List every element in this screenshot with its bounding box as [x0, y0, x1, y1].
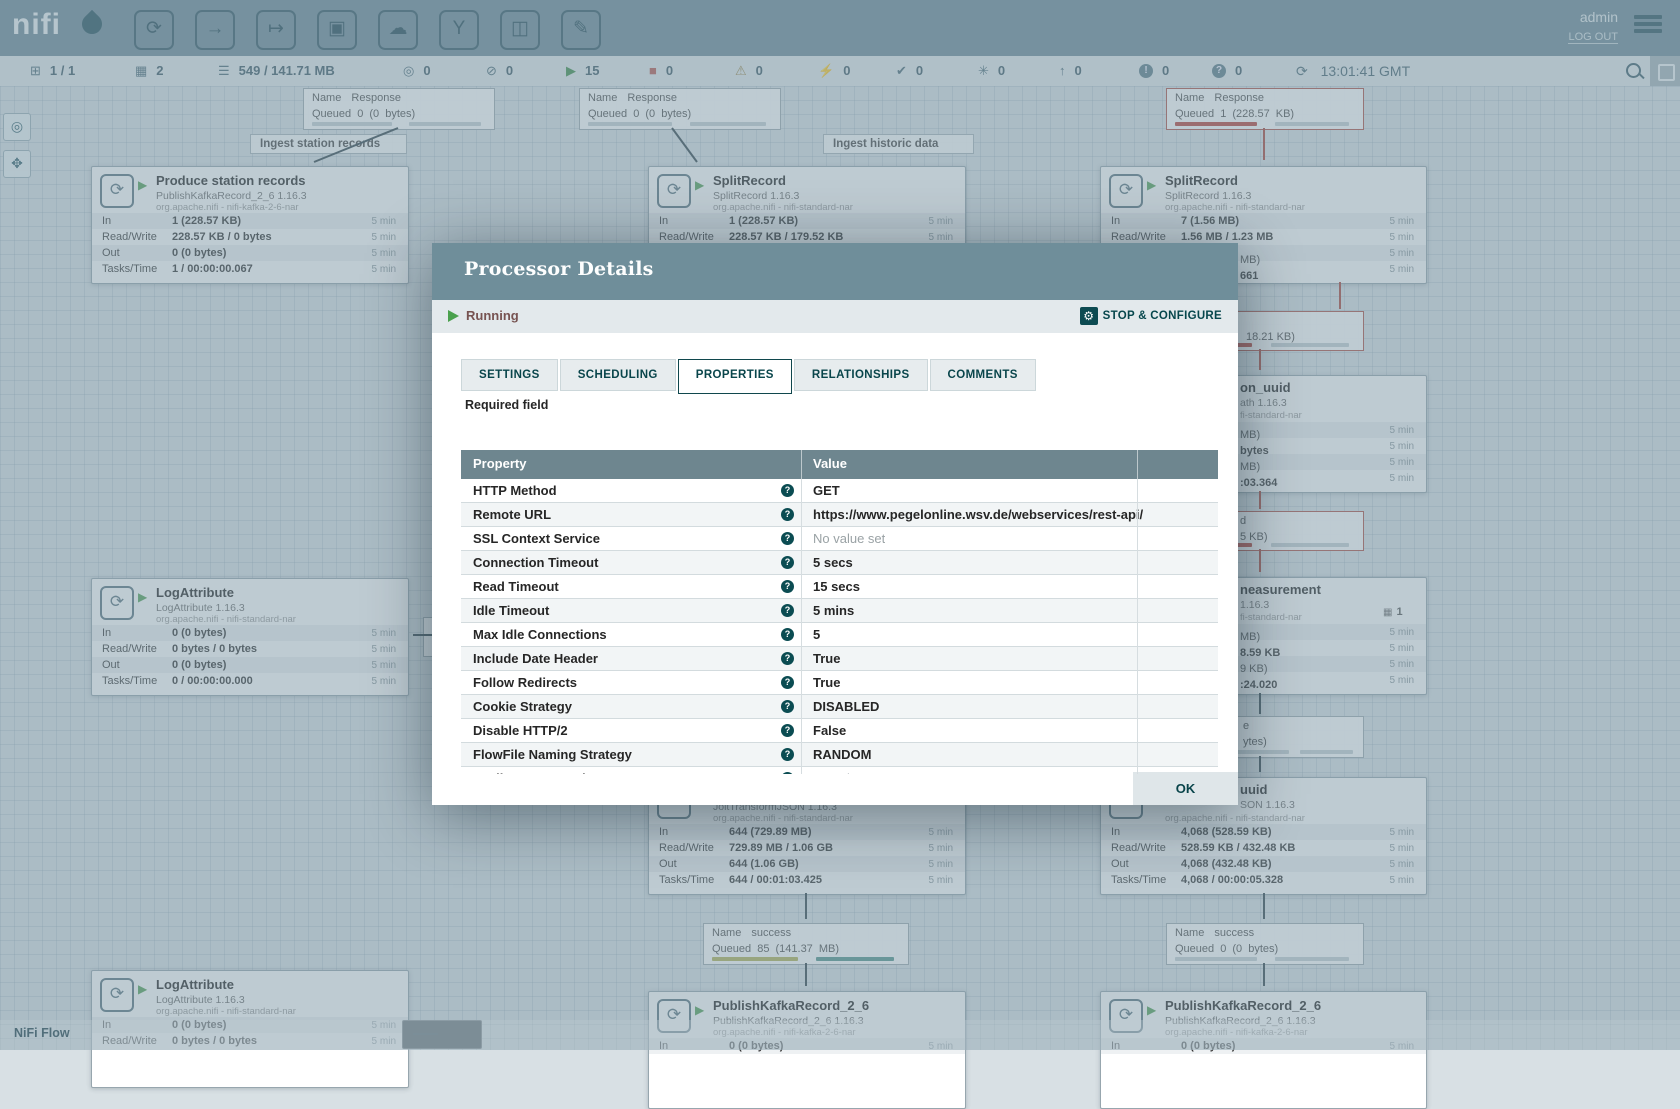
tab-comments[interactable]: COMMENTS — [930, 359, 1036, 391]
property-value[interactable]: RANDOM — [813, 747, 872, 762]
property-name: Connection Timeout — [473, 555, 598, 570]
dialog-header: Processor Details — [432, 243, 1238, 300]
property-name: Cookie Strategy — [473, 699, 572, 714]
property-value[interactable]: 5 mins — [813, 603, 854, 618]
property-row[interactable]: FlowFile Naming Strategy? RANDOM — [461, 743, 1218, 767]
property-row[interactable]: Read Timeout? 15 secs — [461, 575, 1218, 599]
tab-relationships[interactable]: RELATIONSHIPS — [794, 359, 928, 391]
property-name: SSL Context Service — [473, 531, 600, 546]
property-name: HTTP Method — [473, 483, 557, 498]
tab-scheduling[interactable]: SCHEDULING — [560, 359, 676, 391]
property-row[interactable]: Disable HTTP/2? False — [461, 719, 1218, 743]
property-row[interactable]: Connection Timeout? 5 secs — [461, 551, 1218, 575]
property-name: Disable HTTP/2 — [473, 723, 568, 738]
help-icon[interactable]: ? — [781, 700, 794, 713]
processor-details-dialog: Processor Details Running ⚙ STOP & CONFIG… — [432, 243, 1238, 805]
property-row[interactable]: Max Idle Connections? 5 — [461, 623, 1218, 647]
stop-and-configure-label: STOP & CONFIGURE — [1103, 310, 1222, 322]
property-value[interactable]: True — [813, 675, 840, 690]
help-icon[interactable]: ? — [781, 628, 794, 641]
property-row[interactable]: SSL Context Service? No value set — [461, 527, 1218, 551]
properties-table-header: Property Value — [461, 450, 1218, 479]
running-state-label: Running — [466, 308, 519, 323]
property-row[interactable]: Remote URL? https://www.pegelonline.wsv.d… — [461, 503, 1218, 527]
help-icon[interactable]: ? — [781, 508, 794, 521]
running-state-icon — [448, 310, 459, 322]
property-name: Read Timeout — [473, 579, 559, 594]
tab-settings[interactable]: SETTINGS — [461, 359, 558, 391]
property-name: Max Idle Connections — [473, 627, 607, 642]
property-value[interactable]: 5 — [813, 627, 820, 642]
property-value[interactable]: True — [813, 651, 840, 666]
property-value[interactable]: GET — [813, 483, 840, 498]
ok-button[interactable]: OK — [1133, 772, 1238, 805]
property-row[interactable]: Include Date Header? True — [461, 647, 1218, 671]
property-value[interactable]: 5 secs — [813, 555, 853, 570]
property-value[interactable]: No value set — [813, 771, 885, 774]
property-row[interactable]: Attributes to Send? No value set — [461, 767, 1218, 774]
help-icon[interactable]: ? — [781, 580, 794, 593]
property-name: Remote URL — [473, 507, 551, 522]
property-value[interactable]: https://www.pegelonline.wsv.de/webservic… — [813, 507, 1143, 522]
property-row[interactable]: Cookie Strategy? DISABLED — [461, 695, 1218, 719]
help-icon[interactable]: ? — [781, 484, 794, 497]
stop-and-configure-button[interactable]: ⚙ STOP & CONFIGURE — [1080, 307, 1222, 327]
dialog-title: Processor Details — [464, 258, 654, 280]
help-icon[interactable]: ? — [781, 604, 794, 617]
help-icon[interactable]: ? — [781, 556, 794, 569]
help-icon[interactable]: ? — [781, 772, 794, 774]
property-row[interactable]: HTTP Method? GET — [461, 479, 1218, 503]
property-row[interactable]: Follow Redirects? True — [461, 671, 1218, 695]
property-value[interactable]: No value set — [813, 531, 885, 546]
column-value: Value — [813, 456, 847, 471]
tab-properties[interactable]: PROPERTIES — [678, 359, 792, 394]
property-name: Include Date Header — [473, 651, 598, 666]
help-icon[interactable]: ? — [781, 532, 794, 545]
help-icon[interactable]: ? — [781, 676, 794, 689]
help-icon[interactable]: ? — [781, 748, 794, 761]
property-name: Idle Timeout — [473, 603, 549, 618]
dialog-tabs: SETTINGSSCHEDULINGPROPERTIESRELATIONSHIP… — [461, 359, 1038, 394]
column-property: Property — [473, 456, 526, 471]
help-icon[interactable]: ? — [781, 652, 794, 665]
property-value[interactable]: False — [813, 723, 846, 738]
property-name: Attributes to Send — [473, 771, 586, 774]
help-icon[interactable]: ? — [781, 724, 794, 737]
required-field-note: Required field — [465, 398, 548, 412]
property-value[interactable]: 15 secs — [813, 579, 860, 594]
properties-table-body: HTTP Method? GET Remote URL? https://www.pe… — [461, 479, 1218, 774]
property-value[interactable]: DISABLED — [813, 699, 879, 714]
gear-icon: ⚙ — [1080, 307, 1098, 325]
property-name: FlowFile Naming Strategy — [473, 747, 632, 762]
property-name: Follow Redirects — [473, 675, 577, 690]
dialog-status-b ar: Running ⚙ STOP & CONFIGURE — [432, 300, 1238, 333]
property-row[interactable]: Idle Timeout? 5 mins — [461, 599, 1218, 623]
